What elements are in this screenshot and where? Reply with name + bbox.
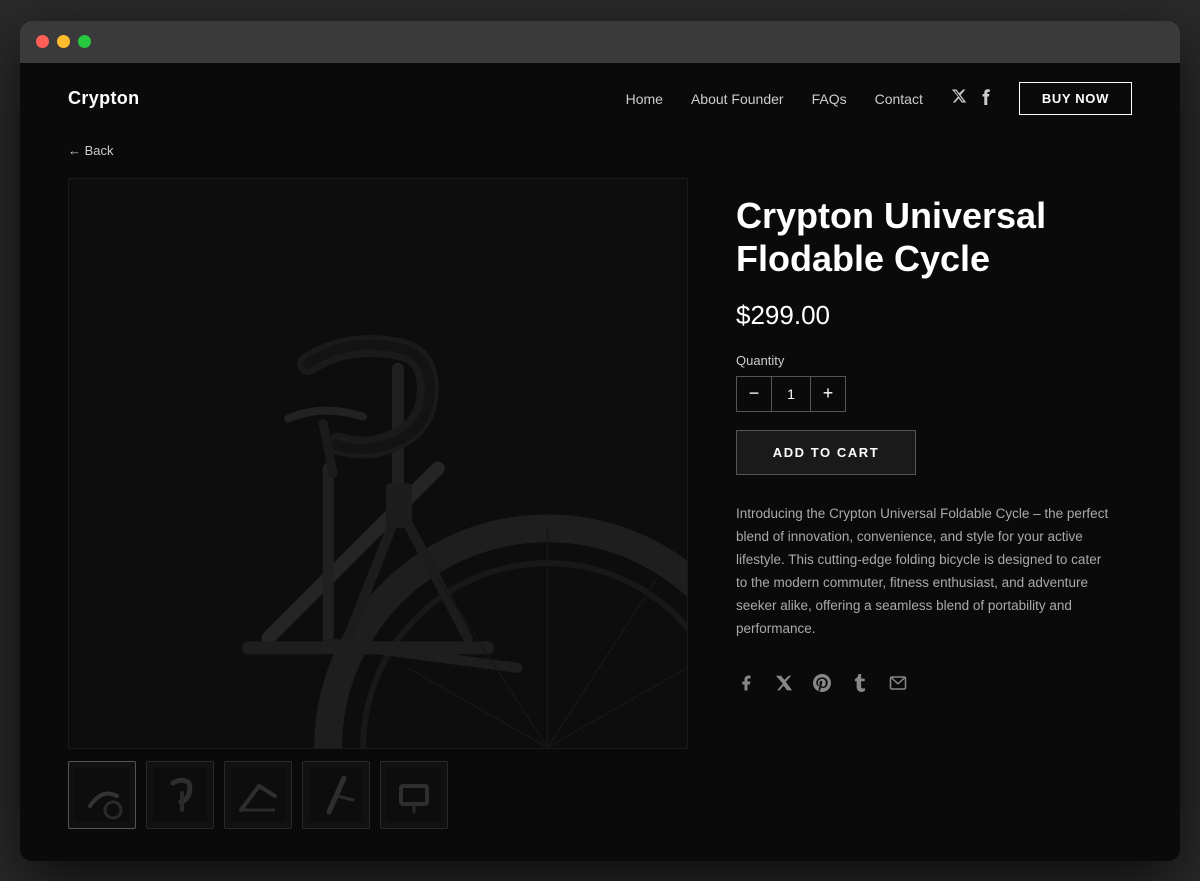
browser-window: Crypton Home About Founder FAQs Contact … bbox=[20, 21, 1180, 861]
share-twitter-icon[interactable] bbox=[774, 673, 794, 693]
quantity-label: Quantity bbox=[736, 353, 1132, 368]
thumbnail-3[interactable] bbox=[224, 761, 292, 829]
share-tumblr-icon[interactable] bbox=[850, 673, 870, 693]
product-price: $299.00 bbox=[736, 300, 1132, 331]
product-description: Introducing the Crypton Universal Foldab… bbox=[736, 503, 1116, 641]
product-area: Crypton Universal Flodable Cycle $299.00… bbox=[20, 178, 1180, 861]
nav-link-contact[interactable]: Contact bbox=[875, 91, 923, 107]
quantity-value: 1 bbox=[771, 377, 811, 411]
facebook-nav-icon[interactable] bbox=[981, 88, 991, 110]
nav-link-about[interactable]: About Founder bbox=[691, 91, 784, 107]
product-title: Crypton Universal Flodable Cycle bbox=[736, 194, 1132, 280]
nav-link-faqs[interactable]: FAQs bbox=[812, 91, 847, 107]
buy-now-button[interactable]: BUY NOW bbox=[1019, 82, 1132, 115]
back-link[interactable]: ← Back bbox=[20, 135, 1180, 178]
quantity-increase-button[interactable]: + bbox=[811, 377, 845, 411]
share-pinterest-icon[interactable] bbox=[812, 673, 832, 693]
thumbnail-row bbox=[68, 761, 688, 829]
product-info: Crypton Universal Flodable Cycle $299.00… bbox=[736, 178, 1132, 829]
twitter-icon[interactable] bbox=[951, 88, 967, 109]
traffic-light-fullscreen[interactable] bbox=[78, 35, 91, 48]
traffic-light-minimize[interactable] bbox=[57, 35, 70, 48]
thumbnail-5[interactable] bbox=[380, 761, 448, 829]
quantity-control: − 1 + bbox=[736, 376, 846, 412]
nav-social-icons bbox=[951, 88, 991, 110]
header: Crypton Home About Founder FAQs Contact … bbox=[20, 63, 1180, 135]
quantity-decrease-button[interactable]: − bbox=[737, 377, 771, 411]
thumbnail-4[interactable] bbox=[302, 761, 370, 829]
page-content: Crypton Home About Founder FAQs Contact … bbox=[20, 63, 1180, 861]
nav-link-home[interactable]: Home bbox=[626, 91, 663, 107]
social-share bbox=[736, 673, 1132, 693]
share-facebook-icon[interactable] bbox=[736, 673, 756, 693]
image-panel bbox=[68, 178, 688, 829]
nav-right: Home About Founder FAQs Contact BUY NOW bbox=[626, 82, 1132, 115]
share-email-icon[interactable] bbox=[888, 673, 908, 693]
thumbnail-2[interactable] bbox=[146, 761, 214, 829]
traffic-light-close[interactable] bbox=[36, 35, 49, 48]
thumbnail-1[interactable] bbox=[68, 761, 136, 829]
main-product-image bbox=[68, 178, 688, 749]
add-to-cart-button[interactable]: ADD TO CART bbox=[736, 430, 916, 475]
logo: Crypton bbox=[68, 88, 140, 109]
browser-chrome bbox=[20, 21, 1180, 63]
